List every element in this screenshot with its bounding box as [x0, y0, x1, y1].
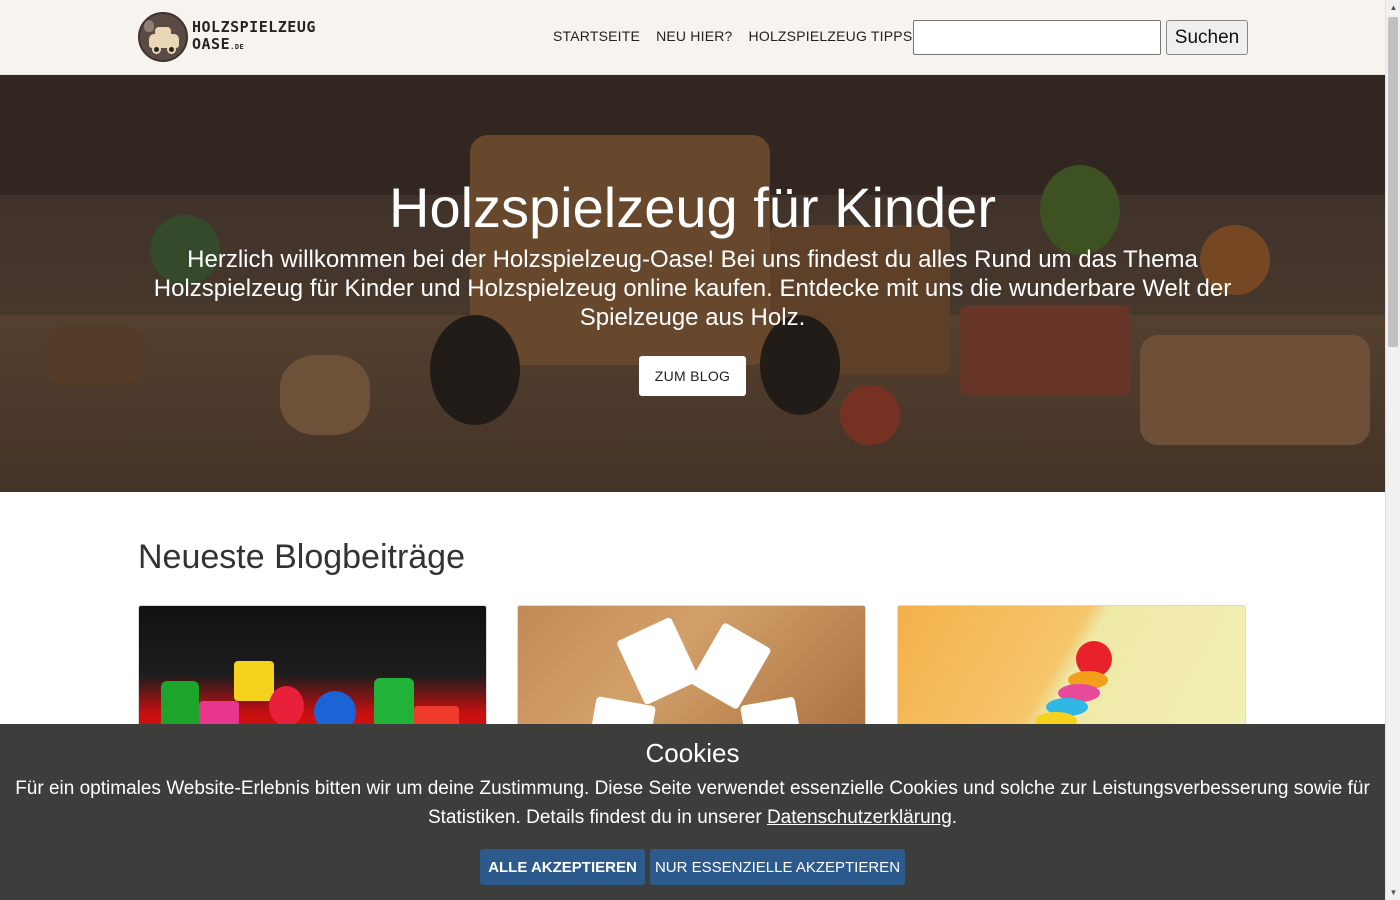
cookie-text: Für ein optimales Website-Erlebnis bitte…	[15, 774, 1370, 832]
nav-link-startseite[interactable]: STARTSEITE	[553, 28, 640, 44]
latest-posts-heading: Neueste Blogbeiträge	[138, 538, 466, 576]
scrollbar-thumb[interactable]	[1388, 17, 1398, 347]
cookie-text-main: Für ein optimales Website-Erlebnis bitte…	[15, 778, 1370, 828]
main-nav: STARTSEITE NEU HIER? HOLZSPIELZEUG TIPPS	[553, 28, 912, 44]
cookie-title: Cookies	[645, 738, 740, 768]
cookie-text-end: .	[951, 807, 958, 828]
logo-wordmark: HOLZSPIELZEUG OASE.DE	[192, 17, 316, 56]
scroll-down-arrow-icon[interactable]: ▼	[1386, 885, 1400, 900]
site-logo[interactable]: HOLZSPIELZEUG OASE.DE	[138, 12, 316, 62]
cookie-banner: Cookies Für ein optimales Website-Erlebn…	[0, 724, 1385, 900]
logo-line-2-text: OASE	[192, 34, 231, 53]
privacy-policy-link[interactable]: Datenschutzerklärung	[767, 807, 952, 828]
logo-line-1: HOLZSPIELZEUG	[192, 17, 316, 36]
vertical-scrollbar[interactable]: ▲ ▼	[1385, 0, 1400, 900]
search-button[interactable]: Suchen	[1166, 20, 1248, 55]
site-header: HOLZSPIELZEUG OASE.DE STARTSEITE NEU HIE…	[0, 0, 1385, 75]
accept-essential-cookies-button[interactable]: NUR ESSENZIELLE AKZEPTIEREN	[650, 849, 905, 885]
scroll-up-arrow-icon[interactable]: ▲	[1386, 0, 1400, 15]
hero-intro-text: Herzlich willkommen bei der Holzspielzeu…	[153, 246, 1232, 331]
nav-link-neu-hier[interactable]: NEU HIER?	[656, 28, 732, 44]
hero-banner: Holzspielzeug für Kinder Herzlich willko…	[0, 75, 1385, 492]
logo-suffix: .DE	[230, 42, 245, 51]
nav-link-holzspielzeug-tipps[interactable]: HOLZSPIELZEUG TIPPS	[749, 28, 913, 44]
toy-car-logo-icon	[138, 12, 188, 62]
accept-all-cookies-button[interactable]: ALLE AKZEPTIEREN	[480, 849, 645, 885]
logo-line-2: OASE.DE	[192, 34, 316, 56]
search-input[interactable]	[913, 20, 1161, 55]
to-blog-button[interactable]: ZUM BLOG	[639, 356, 746, 396]
hero-title: Holzspielzeug für Kinder	[389, 176, 996, 239]
